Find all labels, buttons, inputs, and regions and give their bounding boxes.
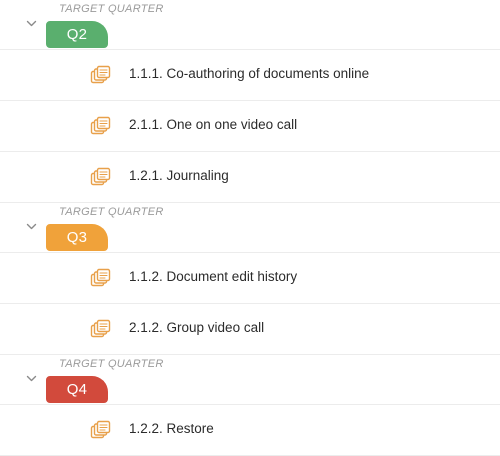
list-item[interactable]: 1.1.2. Document edit history — [0, 253, 500, 304]
quarter-group: TARGET QUARTER Q4 1.2.2. Restore — [0, 355, 500, 456]
list-item[interactable]: 2.1.1. One on one video call — [0, 101, 500, 152]
stacked-documents-icon — [90, 319, 112, 339]
list-item-label: 1.2.2. Restore — [129, 421, 214, 436]
list-item-label: 1.1.2. Document edit history — [129, 269, 298, 284]
stacked-documents-icon — [90, 167, 112, 187]
list-item[interactable]: 1.1.1. Co-authoring of documents online — [0, 50, 500, 101]
stacked-documents-icon — [90, 268, 112, 288]
stacked-documents-icon — [90, 116, 112, 136]
quarter-badge[interactable]: Q4 — [46, 376, 108, 403]
section-label: TARGET QUARTER — [59, 206, 164, 218]
chevron-down-icon[interactable] — [26, 373, 37, 384]
list-item[interactable]: 1.2.2. Restore — [0, 405, 500, 456]
list-item[interactable]: 2.1.2. Group video call — [0, 304, 500, 355]
target-quarter-list: TARGET QUARTER Q2 1.1.1. Co-authoring of d… — [0, 0, 500, 456]
list-item-label: 1.2.1. Journaling — [129, 168, 229, 183]
section-label: TARGET QUARTER — [59, 358, 164, 370]
stacked-documents-icon — [90, 420, 112, 440]
chevron-down-icon[interactable] — [26, 221, 37, 232]
list-item-label: 2.1.1. One on one video call — [129, 117, 298, 132]
list-item-label: 2.1.2. Group video call — [129, 320, 265, 335]
quarter-badge[interactable]: Q2 — [46, 21, 108, 48]
stacked-documents-icon — [90, 65, 112, 85]
list-item-label: 1.1.1. Co-authoring of documents online — [129, 66, 370, 81]
quarter-group-header: TARGET QUARTER Q4 — [0, 355, 500, 405]
quarter-group: TARGET QUARTER Q3 1.1.2. Document edit his… — [0, 203, 500, 355]
quarter-badge[interactable]: Q3 — [46, 224, 108, 251]
quarter-group-header: TARGET QUARTER Q2 — [0, 0, 500, 50]
quarter-group-header: TARGET QUARTER Q3 — [0, 203, 500, 253]
section-label: TARGET QUARTER — [59, 3, 164, 15]
quarter-group: TARGET QUARTER Q2 1.1.1. Co-authoring of d… — [0, 0, 500, 203]
list-item[interactable]: 1.2.1. Journaling — [0, 152, 500, 203]
chevron-down-icon[interactable] — [26, 18, 37, 29]
